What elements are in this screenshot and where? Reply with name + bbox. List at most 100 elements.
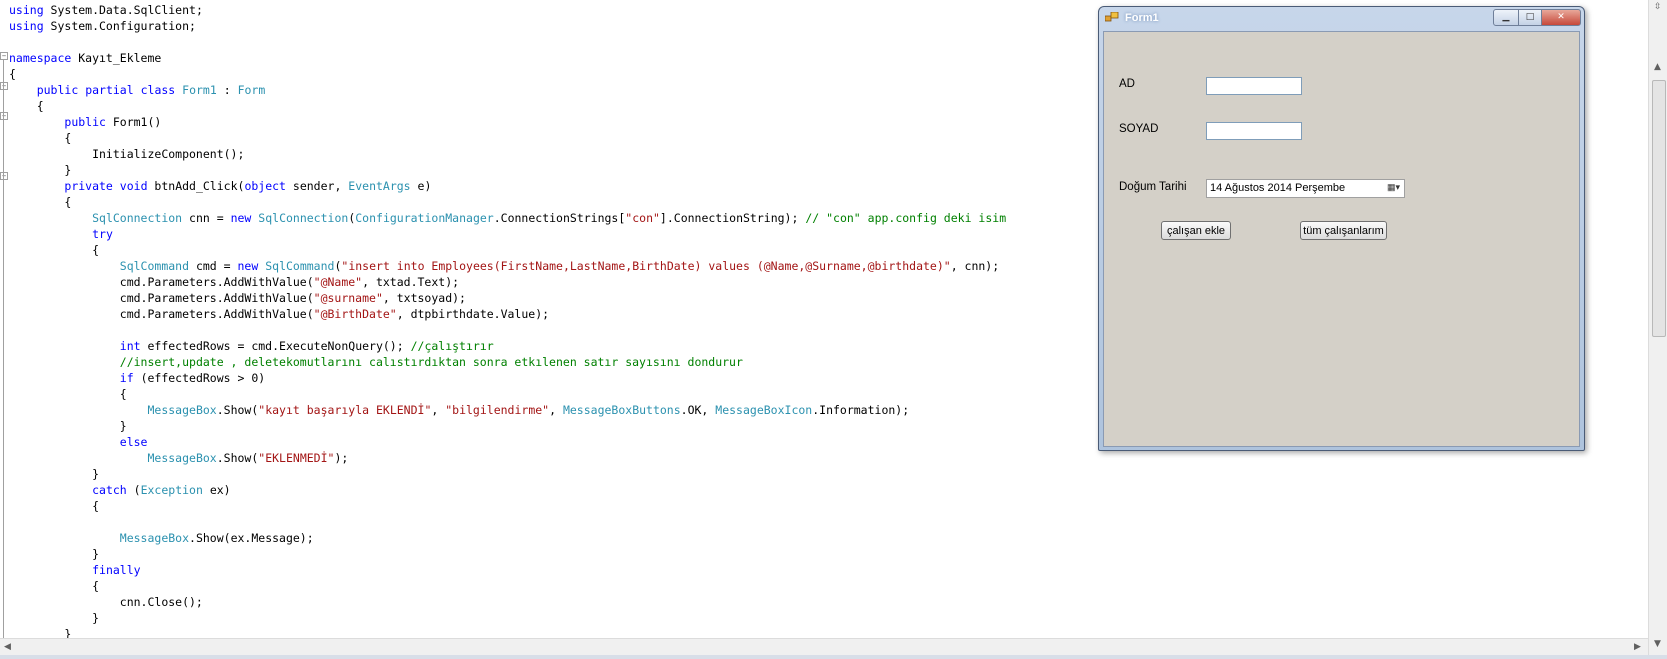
code-token: ].ConnectionString); [659,211,806,225]
code-token: { [9,67,16,81]
fold-guide [3,60,4,638]
code-token: SqlCommand [265,259,335,273]
code-token: InitializeComponent(); [9,147,245,161]
code-token: e) [410,179,432,193]
code-token: new [237,259,259,273]
code-token: MessageBox [147,403,217,417]
code-token: EventArgs [348,179,411,193]
code-token: Form [237,83,266,97]
birthdate-value: 14 Ağustos 2014 Perşembe [1210,182,1346,194]
form-client-area: AD SOYAD Doğum Tarihi 14 Ağustos 2014 Pe… [1103,31,1580,447]
code-token: System.Data.SqlClient; [43,3,203,17]
code-line: namespace Kayıt_Ekleme [9,50,1006,66]
code-line: MessageBox.Show("kayıt başarıyla EKLENDİ… [9,402,1006,418]
code-token: cmd.Parameters.AddWithValue( [9,291,314,305]
code-token: Form1 [182,83,217,97]
code-line: int effectedRows = cmd.ExecuteNonQuery()… [9,338,1006,354]
minimize-button[interactable]: ▁ [1493,9,1519,26]
code-token: if [119,371,134,385]
form1-window[interactable]: Form1 ▁ □ ✕ AD SOYAD Doğum Tarihi 14 Ağu… [1098,6,1585,451]
horizontal-scrollbar[interactable]: ◀ ▶ [0,638,1648,656]
code-line: } [9,466,1006,482]
code-line: finally [9,562,1006,578]
code-token: partial [85,83,134,97]
code-token: namespace [9,51,72,65]
code-token: Kayıt_Ekleme [71,51,162,65]
maximize-button[interactable]: □ [1518,9,1542,26]
soyad-input[interactable] [1206,122,1302,140]
add-employee-button[interactable]: çalışan ekle [1161,221,1231,240]
code-line: SqlConnection cnn = new SqlConnection(Co… [9,210,1006,226]
collapse-namespace-icon[interactable]: − [0,52,8,60]
code-line: { [9,130,1006,146]
code-token: void [119,179,148,193]
code-token: Exception [140,483,203,497]
code-token: { [9,99,44,113]
code-token: , txtsoyad); [382,291,466,305]
status-strip [0,655,1667,659]
close-button[interactable]: ✕ [1541,9,1581,26]
code-line: MessageBox.Show("EKLENMEDİ"); [9,450,1006,466]
code-line: public partial class Form1 : Form [9,82,1006,98]
code-line: } [9,610,1006,626]
code-line: } [9,162,1006,178]
code-line: using System.Data.SqlClient; [9,2,1006,18]
vertical-scrollbar[interactable]: ⇳ ▲ ▼ [1648,0,1667,655]
code-token: } [9,163,72,177]
scroll-thumb[interactable] [1652,80,1666,337]
code-line: { [9,98,1006,114]
code-token: object [244,179,286,193]
ad-input[interactable] [1206,77,1302,95]
code-token: .Show( [216,451,259,465]
code-line: MessageBox.Show(ex.Message); [9,530,1006,546]
scroll-left-icon[interactable]: ◀ [4,642,11,652]
code-token: } [9,419,127,433]
code-line: if (effectedRows > 0) [9,370,1006,386]
code-token: , txtad.Text); [362,275,460,289]
code-token: "con" [625,211,660,225]
code-token: cmd = [189,259,238,273]
scroll-down-icon[interactable]: ▼ [1654,639,1661,649]
code-token: else [119,435,148,449]
label-dogum-tarihi: Doğum Tarihi [1119,181,1187,193]
code-lines: using System.Data.SqlClient; using System… [9,2,1006,638]
code-line: cnn.Close(); [9,594,1006,610]
code-token: // "con" app.config deki isim [805,211,1007,225]
code-line: } [9,546,1006,562]
window-app-icon [1105,12,1119,22]
code-token: private [64,179,113,193]
label-soyad: SOYAD [1119,123,1159,135]
collapse-constructor-icon[interactable]: − [0,112,8,120]
birthdate-picker[interactable]: 14 Ağustos 2014 Perşembe ▦▾ [1206,179,1405,198]
code-token: SqlConnection [258,211,349,225]
code-token: "bilgilendirme" [445,403,550,417]
code-token: } [9,611,100,625]
maximize-icon: □ [1525,12,1535,22]
calendar-dropdown-icon[interactable]: ▦▾ [1387,182,1403,195]
scroll-up-icon[interactable]: ▲ [1654,62,1661,72]
window-titlebar[interactable]: Form1 ▁ □ ✕ [1099,7,1584,29]
code-token: { [9,131,72,145]
code-token: ( [126,483,141,497]
code-token: (effectedRows > 0) [133,371,266,385]
collapse-class-icon[interactable]: − [0,82,8,90]
code-line: { [9,578,1006,594]
window-title: Form1 [1125,12,1159,24]
split-handle-icon[interactable]: ⇳ [1654,2,1662,12]
code-token: System.Configuration; [43,19,196,33]
collapse-method-icon[interactable]: − [0,172,8,180]
code-token: { [9,387,127,401]
scroll-right-icon[interactable]: ▶ [1634,642,1641,652]
all-employees-button[interactable]: tüm çalışanlarım [1300,221,1387,240]
code-token: using [9,19,44,33]
